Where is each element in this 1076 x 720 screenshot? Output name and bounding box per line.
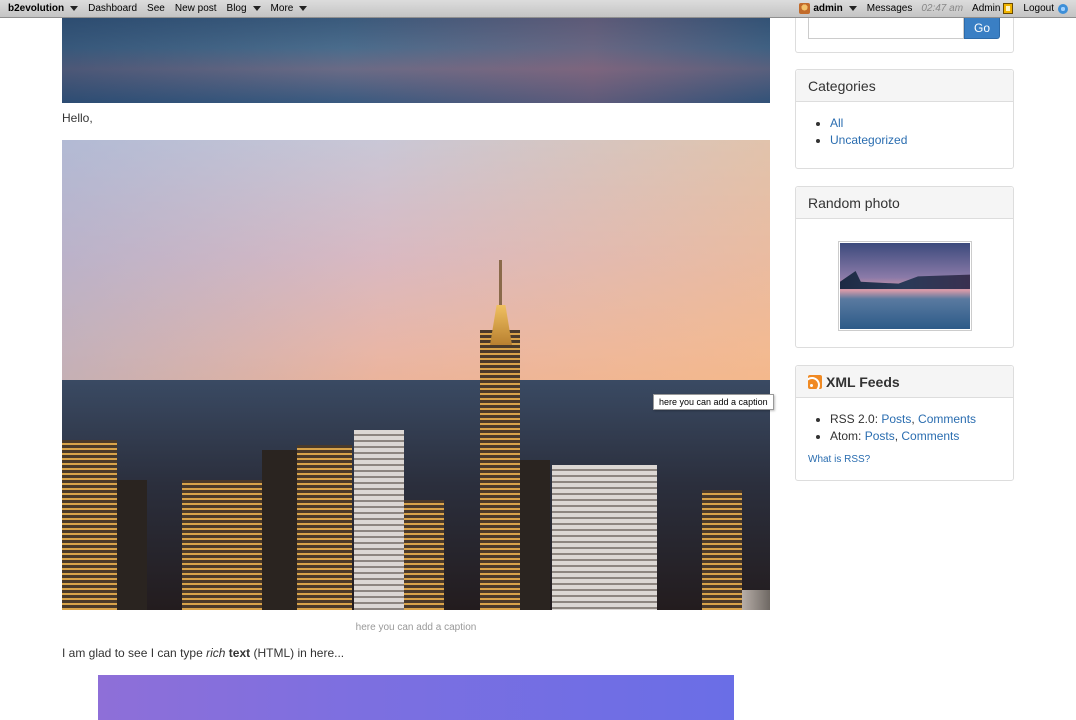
admin-toolbar: b2evolution Dashboard See New post Blog … (0, 0, 1076, 18)
rich-suffix: (HTML) in here... (250, 646, 345, 660)
rich-prefix: I am glad to see I can type (62, 646, 207, 660)
more-label: More (270, 3, 294, 14)
admin-icon (1003, 3, 1014, 14)
search-input[interactable] (808, 18, 964, 39)
feeds-list: RSS 2.0: Posts, Comments Atom: Posts, Co… (796, 398, 1013, 445)
category-link-all[interactable]: All (830, 116, 843, 130)
image-building (702, 490, 742, 610)
search-widget: Go (795, 18, 1014, 53)
xml-feeds-header: XML Feeds (796, 366, 1013, 398)
chevron-down-icon (252, 6, 261, 11)
see-label: See (147, 3, 165, 14)
category-link-uncategorized[interactable]: Uncategorized (830, 133, 907, 147)
image-building (117, 480, 147, 610)
more-menu[interactable]: More (266, 0, 313, 17)
rss-label: RSS 2.0: (830, 412, 882, 426)
what-is-rss-link[interactable]: What is RSS? (808, 454, 870, 465)
image-building (262, 450, 297, 610)
post-image-city[interactable] (62, 140, 770, 610)
new-post-link[interactable]: New post (170, 0, 222, 17)
category-item-all: All (830, 115, 1013, 132)
photo-bridge (840, 271, 970, 289)
random-photo-thumbnail[interactable] (838, 241, 972, 331)
image-building (520, 460, 550, 610)
caption-tooltip: here you can add a caption (653, 394, 774, 410)
blog-menu[interactable]: Blog (222, 0, 266, 17)
logout-icon (1058, 3, 1068, 14)
xml-feeds-widget: XML Feeds RSS 2.0: Posts, Comments Atom:… (795, 365, 1014, 481)
avatar-icon (799, 3, 811, 14)
new-post-label: New post (174, 3, 217, 14)
rich-strong: text (228, 646, 251, 660)
image-building (404, 500, 444, 610)
rss-icon (808, 374, 822, 389)
categories-widget: Categories All Uncategorized (795, 69, 1014, 169)
post-image-top (62, 18, 770, 103)
image-building (742, 590, 770, 610)
image-spire (499, 260, 502, 310)
image-building (354, 430, 404, 610)
atom-comments-link[interactable]: Comments (901, 429, 959, 443)
brand-menu[interactable]: b2evolution (0, 0, 83, 17)
messages-link[interactable]: Messages (862, 0, 918, 17)
image-building (62, 440, 117, 610)
admin-label: Admin (972, 3, 1001, 14)
toolbar-right: admin Messages 02:47 am Admin Logout (794, 0, 1076, 17)
admin-link[interactable]: Admin (967, 0, 1018, 17)
rss-comments-link[interactable]: Comments (918, 412, 976, 426)
post-image-bottom (98, 675, 734, 720)
image-caption: here you can add a caption (355, 622, 477, 633)
image-building (297, 445, 352, 610)
random-photo-title: Random photo (796, 187, 1013, 219)
see-link[interactable]: See (142, 0, 170, 17)
image-building (552, 465, 657, 610)
xml-feeds-title: XML Feeds (826, 373, 900, 390)
logout-label: Logout (1023, 3, 1054, 14)
logout-link[interactable]: Logout (1018, 0, 1076, 17)
post-paragraph-rich: I am glad to see I can type rich text (H… (62, 646, 344, 660)
chevron-down-icon (299, 6, 308, 11)
messages-label: Messages (866, 3, 913, 14)
toolbar-left: b2evolution Dashboard See New post Blog … (0, 0, 312, 17)
search-go-button[interactable]: Go (964, 18, 1000, 39)
image-building (182, 480, 262, 610)
categories-list: All Uncategorized (796, 102, 1013, 149)
blog-label: Blog (226, 3, 247, 14)
photo-image (840, 243, 970, 329)
random-photo-widget: Random photo (795, 186, 1014, 348)
rss-posts-link[interactable]: Posts (881, 412, 911, 426)
feed-item-rss: RSS 2.0: Posts, Comments (830, 411, 1013, 428)
current-time: 02:47 am (921, 3, 964, 14)
atom-posts-link[interactable]: Posts (865, 429, 895, 443)
category-item-uncategorized: Uncategorized (830, 132, 1013, 149)
chevron-down-icon (848, 6, 857, 11)
categories-title: Categories (796, 70, 1013, 102)
image-building (480, 330, 520, 610)
dashboard-label: Dashboard (88, 3, 138, 14)
post-paragraph-hello: Hello, (62, 111, 93, 125)
atom-label: Atom: (830, 429, 865, 443)
dashboard-link[interactable]: Dashboard (83, 0, 142, 17)
brand-label: b2evolution (8, 3, 65, 14)
chevron-down-icon (70, 6, 79, 11)
rich-em: rich (206, 646, 226, 660)
user-menu[interactable]: admin (794, 0, 861, 17)
user-label: admin (813, 3, 843, 14)
feed-item-atom: Atom: Posts, Comments (830, 428, 1013, 445)
